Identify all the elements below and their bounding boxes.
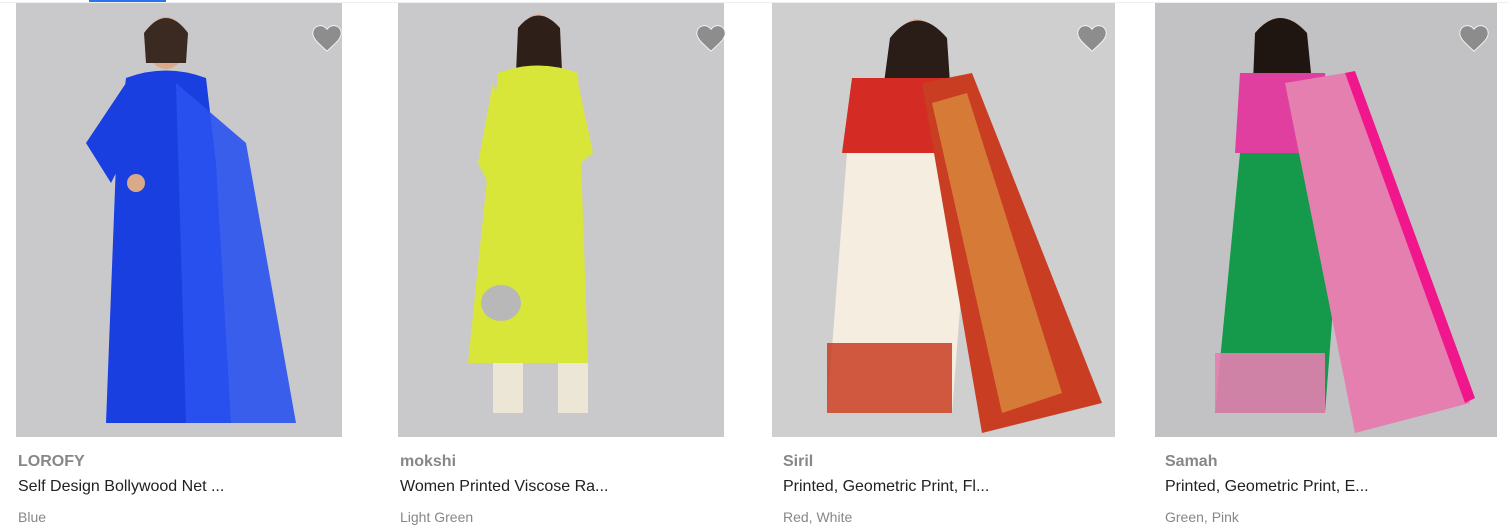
- product-card[interactable]: LOROFY Self Design Bollywood Net ... Blu…: [16, 3, 342, 530]
- saree-green-pink-model-image: [1155, 3, 1497, 437]
- product-title[interactable]: Self Design Bollywood Net ...: [18, 478, 224, 496]
- brand-name[interactable]: Siril: [783, 453, 813, 471]
- product-image[interactable]: [398, 3, 724, 437]
- product-color: Blue: [18, 509, 47, 525]
- product-image[interactable]: [772, 3, 1115, 437]
- product-color: Green, Pink: [1165, 509, 1239, 525]
- product-title[interactable]: Women Printed Viscose Ra...: [400, 478, 608, 496]
- product-card[interactable]: mokshi Women Printed Viscose Ra... Light…: [398, 3, 726, 530]
- heart-icon[interactable]: [1457, 21, 1491, 53]
- heart-icon[interactable]: [694, 21, 728, 53]
- product-title[interactable]: Printed, Geometric Print, Fl...: [783, 478, 989, 496]
- brand-name[interactable]: Samah: [1165, 453, 1217, 471]
- product-card[interactable]: Siril Printed, Geometric Print, Fl... Re…: [772, 3, 1115, 530]
- product-image[interactable]: [16, 3, 342, 437]
- product-color: Light Green: [400, 509, 474, 525]
- saree-red-white-model-image: [772, 3, 1115, 437]
- product-card[interactable]: Samah Printed, Geometric Print, E... Gre…: [1155, 3, 1497, 530]
- kurta-yellow-model-image: [398, 3, 724, 437]
- product-title[interactable]: Printed, Geometric Print, E...: [1165, 478, 1369, 496]
- saree-blue-model-image: [16, 3, 342, 437]
- brand-name[interactable]: mokshi: [400, 453, 456, 471]
- product-color: Red, White: [783, 509, 853, 525]
- product-grid: LOROFY Self Design Bollywood Net ... Blu…: [0, 0, 1508, 530]
- heart-icon[interactable]: [310, 21, 344, 53]
- product-image[interactable]: [1155, 3, 1497, 437]
- heart-icon[interactable]: [1075, 21, 1109, 53]
- brand-name[interactable]: LOROFY: [18, 453, 85, 471]
